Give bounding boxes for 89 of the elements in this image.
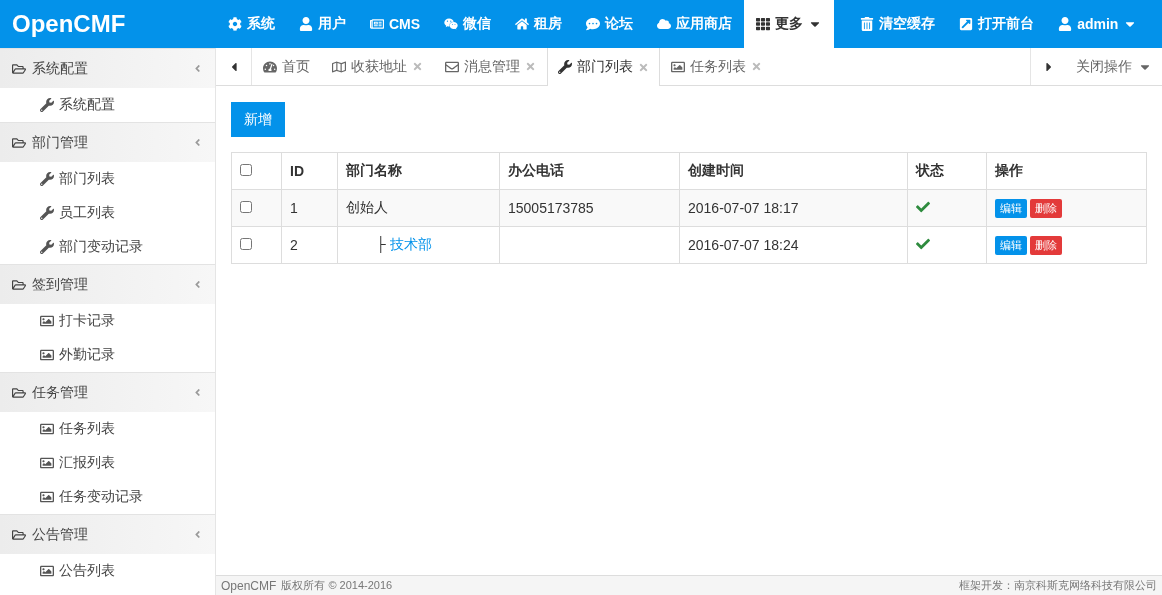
folder-icon bbox=[12, 277, 26, 292]
edit-button[interactable]: 编辑 bbox=[995, 198, 1027, 218]
column-header: ID bbox=[281, 152, 338, 190]
column-header: 状态 bbox=[907, 152, 987, 190]
envelope-icon bbox=[445, 59, 459, 74]
delete-button[interactable]: 删除 bbox=[1030, 198, 1062, 218]
sidebar-item[interactable]: 任务列表 bbox=[0, 412, 215, 446]
gear-icon bbox=[228, 17, 242, 31]
nav-item[interactable]: 租房 bbox=[503, 0, 575, 48]
wrench-icon bbox=[558, 60, 572, 74]
image-icon bbox=[40, 456, 54, 470]
nav-item[interactable]: 微信 bbox=[432, 0, 504, 48]
image-icon bbox=[40, 314, 54, 328]
map-icon bbox=[332, 59, 346, 74]
trash-icon bbox=[860, 17, 875, 31]
table-cell: 2 bbox=[281, 226, 338, 264]
close-actions-menu[interactable]: 关闭操作 bbox=[1066, 48, 1162, 85]
row-checkbox[interactable] bbox=[240, 201, 252, 213]
nav-item[interactable]: 用户 bbox=[287, 0, 358, 48]
sidebar-group[interactable]: 公告管理 bbox=[0, 514, 215, 554]
nav-item[interactable]: 清空缓存 bbox=[848, 0, 948, 48]
sidebar-item[interactable]: 部门列表 bbox=[0, 162, 215, 196]
table-cell: 15005173785 bbox=[499, 189, 680, 227]
select-all-checkbox[interactable] bbox=[240, 164, 252, 176]
sidebar-item[interactable]: 打卡记录 bbox=[0, 304, 215, 338]
tab[interactable]: 部门列表 bbox=[547, 48, 660, 86]
column-header: 操作 bbox=[986, 152, 1147, 190]
nav-item[interactable]: 系统 bbox=[216, 0, 287, 48]
cloud-icon bbox=[657, 17, 672, 31]
home-icon bbox=[515, 17, 530, 31]
add-button[interactable]: 新增 bbox=[231, 102, 285, 137]
sidebar-item[interactable]: 外勤记录 bbox=[0, 338, 215, 372]
sidebar-group[interactable]: 任务管理 bbox=[0, 372, 215, 412]
column-header: 部门名称 bbox=[337, 152, 500, 190]
edit-button[interactable]: 编辑 bbox=[995, 235, 1027, 255]
nav-item[interactable]: CMS bbox=[358, 0, 433, 48]
folder-icon bbox=[12, 527, 26, 542]
row-checkbox[interactable] bbox=[240, 238, 252, 250]
sidebar-group[interactable]: 系统配置 bbox=[0, 48, 215, 88]
image-icon bbox=[671, 59, 685, 74]
copyright-text: 版权所有 © 2014-2016 bbox=[281, 578, 393, 593]
image-icon bbox=[40, 348, 54, 362]
wrench-icon bbox=[40, 206, 54, 220]
folder-icon bbox=[12, 135, 26, 150]
nav-item[interactable]: 更多 bbox=[744, 0, 835, 48]
table-cell: 2016-07-07 18:17 bbox=[679, 189, 908, 227]
close-icon[interactable] bbox=[412, 61, 423, 72]
table-cell: 1 bbox=[281, 189, 338, 227]
dashboard-icon bbox=[263, 59, 277, 74]
sidebar-group[interactable]: 签到管理 bbox=[0, 264, 215, 304]
chat-bubbles-icon bbox=[444, 17, 459, 31]
sidebar-group[interactable]: 部门管理 bbox=[0, 122, 215, 162]
developer-credit: 框架开发：南京科斯克网络科技有限公司 bbox=[959, 578, 1157, 593]
close-icon[interactable] bbox=[525, 61, 536, 72]
sidebar-item[interactable]: 汇报列表 bbox=[0, 446, 215, 480]
table-cell: 创始人 bbox=[337, 189, 500, 227]
nav-item[interactable]: 论坛 bbox=[574, 0, 646, 48]
image-icon bbox=[40, 564, 54, 578]
image-icon bbox=[40, 490, 54, 504]
external-link-icon bbox=[959, 17, 974, 31]
delete-button[interactable]: 删除 bbox=[1030, 235, 1062, 255]
sidebar-item[interactable]: 任务变动记录 bbox=[0, 480, 215, 514]
wrench-icon bbox=[40, 172, 54, 186]
nav-item[interactable]: 应用商店 bbox=[645, 0, 745, 48]
table-cell: 2016-07-07 18:24 bbox=[679, 226, 908, 264]
speech-bubble-icon bbox=[586, 17, 601, 31]
tree-branch: ├ bbox=[376, 236, 386, 252]
close-icon[interactable] bbox=[751, 61, 762, 72]
nav-item[interactable]: admin bbox=[1046, 0, 1150, 48]
nav-item[interactable]: 打开前台 bbox=[947, 0, 1047, 48]
image-icon bbox=[40, 422, 54, 436]
sidebar-item[interactable]: 公告列表 bbox=[0, 554, 215, 588]
column-header: 创建时间 bbox=[679, 152, 908, 190]
wrench-icon bbox=[40, 98, 54, 112]
sidebar-item[interactable]: 员工列表 bbox=[0, 196, 215, 230]
grid-icon bbox=[756, 17, 771, 31]
wrench-icon bbox=[40, 240, 54, 254]
department-link[interactable]: 技术部 bbox=[389, 236, 432, 252]
sidebar-item[interactable]: 系统配置 bbox=[0, 88, 215, 122]
close-icon[interactable] bbox=[638, 61, 649, 73]
folder-icon bbox=[12, 61, 26, 76]
user-icon bbox=[299, 17, 313, 31]
sidebar-item[interactable]: 部门变动记录 bbox=[0, 230, 215, 264]
column-header: 办公电话 bbox=[499, 152, 680, 190]
logo: OpenCMF bbox=[11, 9, 127, 39]
footer-brand: OpenCMF bbox=[221, 578, 277, 593]
user-icon bbox=[1058, 17, 1073, 31]
folder-icon bbox=[12, 385, 26, 400]
newspaper-icon bbox=[370, 17, 384, 31]
